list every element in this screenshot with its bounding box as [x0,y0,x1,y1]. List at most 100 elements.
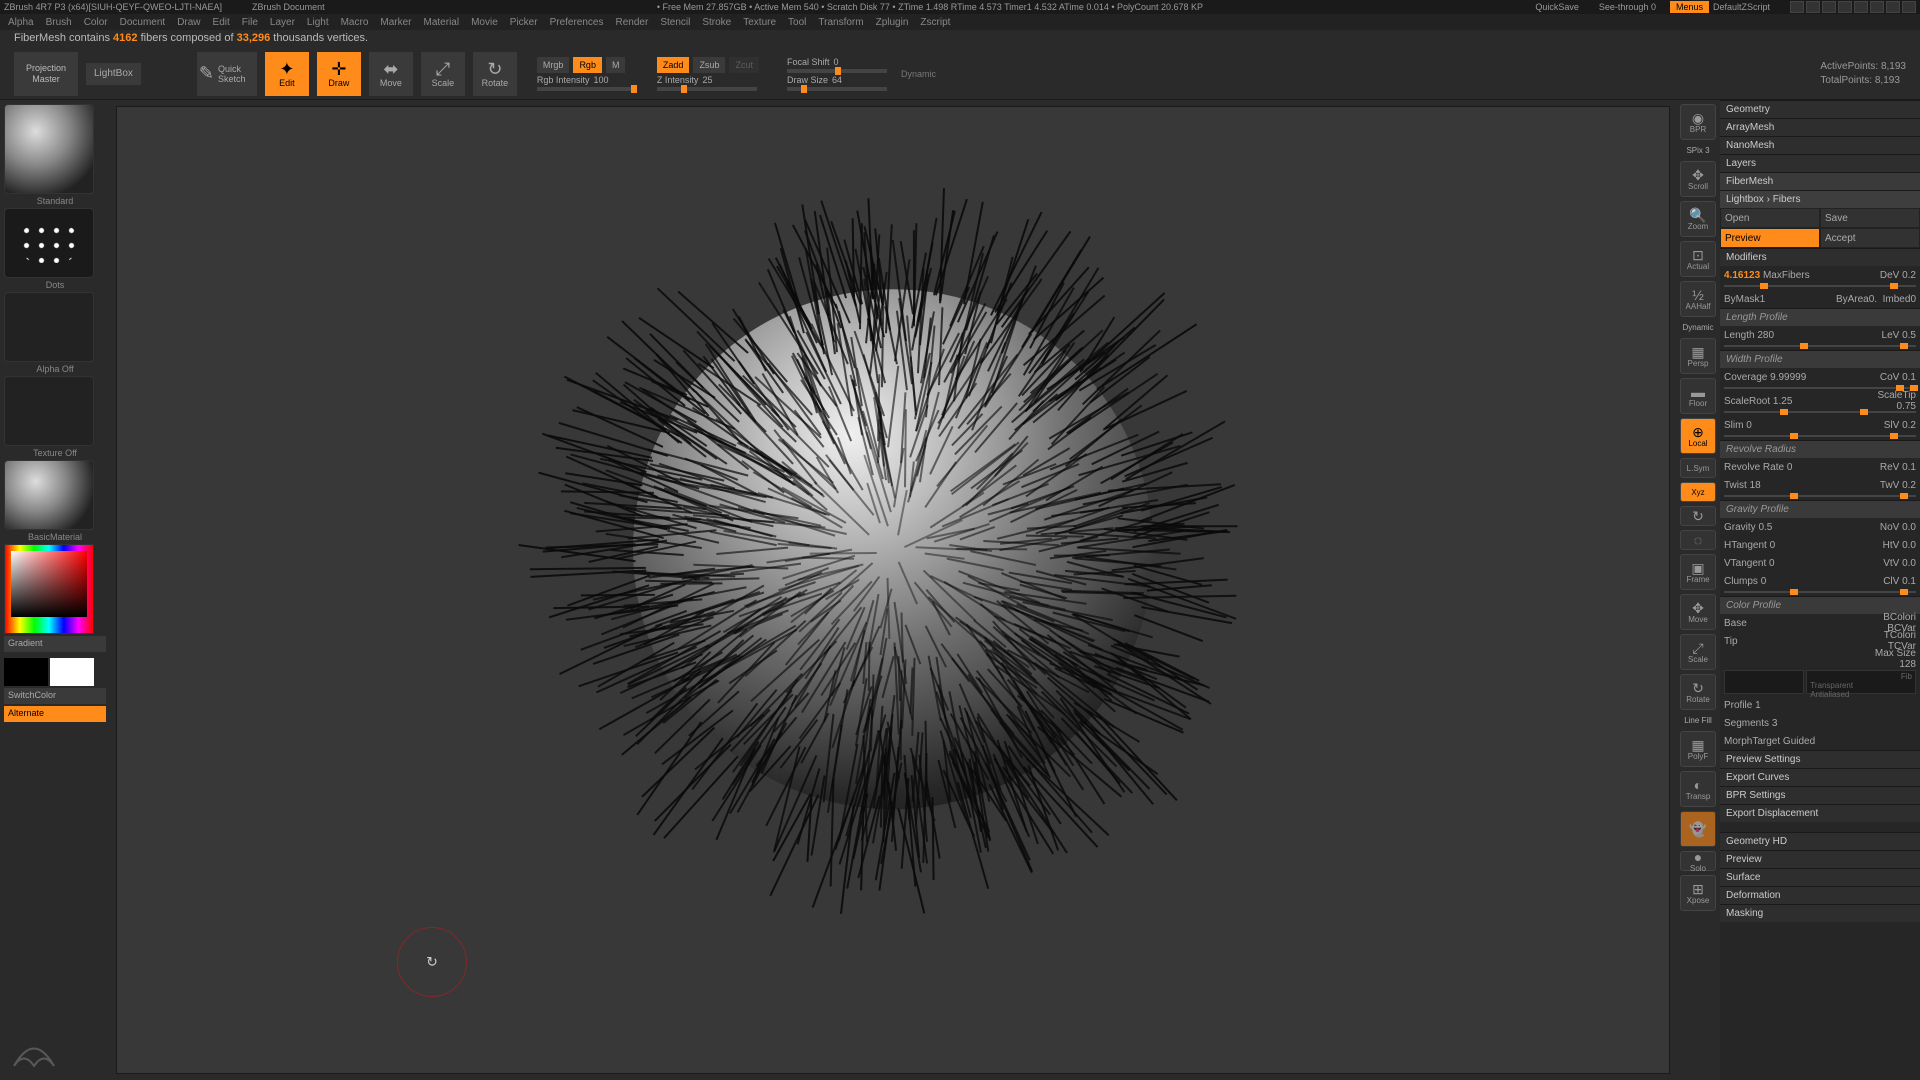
window-icon[interactable] [1822,1,1836,13]
brush-selector[interactable] [4,104,94,194]
z-intensity-slider[interactable] [657,87,757,91]
accept-button[interactable]: Accept [1820,228,1920,248]
zoom-button[interactable]: 🔍Zoom [1680,201,1716,237]
lightbox-fibers[interactable]: Lightbox › Fibers [1720,190,1920,208]
layers-section[interactable]: Layers [1720,154,1920,172]
surface-section[interactable]: Surface [1720,868,1920,886]
seethrough-slider[interactable]: See-through 0 [1599,2,1656,12]
menu-texture[interactable]: Texture [743,17,776,28]
quicksave-button[interactable]: QuickSave [1535,2,1579,12]
menu-file[interactable]: File [242,17,258,28]
menu-color[interactable]: Color [84,17,108,28]
dynamic-toggle[interactable]: Dynamic [901,69,936,79]
secondary-color[interactable] [4,658,48,686]
texture-options[interactable]: Fib Transparent Antialiased [1806,670,1916,694]
modifiers-header[interactable]: Modifiers [1720,248,1920,266]
scale-button[interactable]: ⤢Scale [1680,634,1716,670]
zadd-button[interactable]: Zadd [657,57,690,73]
geometry-section[interactable]: Geometry [1720,100,1920,118]
quick-sketch-button[interactable]: ✎Quick Sketch [197,52,257,96]
menu-zplugin[interactable]: Zplugin [876,17,909,28]
menu-stroke[interactable]: Stroke [702,17,731,28]
zcut-button[interactable]: Zcut [729,57,759,73]
arraymesh-section[interactable]: ArrayMesh [1720,118,1920,136]
geometry-hd-section[interactable]: Geometry HD [1720,832,1920,850]
menu-material[interactable]: Material [424,17,460,28]
preview-button[interactable]: Preview [1720,228,1820,248]
rotate-button[interactable]: ↻Rotate [1680,674,1716,710]
edit-mode-button[interactable]: ✦Edit [265,52,309,96]
window-icon[interactable] [1838,1,1852,13]
base-color-chip[interactable] [1724,670,1804,694]
lsym-button[interactable]: L.Sym [1680,458,1716,478]
alpha-selector[interactable] [4,292,94,362]
spix-label[interactable]: SPix 3 [1684,144,1711,157]
rotate-mode-button[interactable]: ↻Rotate [473,52,517,96]
draw-mode-button[interactable]: ✛Draw [317,52,361,96]
preview-settings[interactable]: Preview Settings [1720,750,1920,768]
pf-icon[interactable]: ↻ [1680,506,1716,526]
menu-tool[interactable]: Tool [788,17,806,28]
scale-mode-button[interactable]: ⤢Scale [421,52,465,96]
menu-alpha[interactable]: Alpha [8,17,34,28]
fibermesh-section[interactable]: FiberMesh [1720,172,1920,190]
nanomesh-section[interactable]: NanoMesh [1720,136,1920,154]
menu-edit[interactable]: Edit [213,17,230,28]
window-icon[interactable] [1854,1,1868,13]
save-button[interactable]: Save [1820,208,1920,228]
menu-light[interactable]: Light [307,17,329,28]
m-button[interactable]: M [606,57,626,73]
draw-size-slider[interactable] [787,87,887,91]
alternate-button[interactable]: Alternate [4,706,106,722]
window-icon[interactable] [1806,1,1820,13]
rgb-intensity-slider[interactable] [537,87,637,91]
menu-preferences[interactable]: Preferences [550,17,604,28]
menu-layer[interactable]: Layer [270,17,295,28]
menu-picker[interactable]: Picker [510,17,538,28]
pf-icon2[interactable]: ◌ [1680,530,1716,550]
menus-toggle[interactable]: Menus [1670,1,1709,13]
scroll-button[interactable]: ✥Scroll [1680,161,1716,197]
color-picker[interactable] [4,544,94,634]
transp-button[interactable]: ◐Transp [1680,771,1716,807]
menu-macro[interactable]: Macro [341,17,369,28]
focal-shift-slider[interactable] [787,69,887,73]
switch-color-button[interactable]: SwitchColor [4,688,106,704]
xyz-button[interactable]: Xyz [1680,482,1716,502]
bpr-settings[interactable]: BPR Settings [1720,786,1920,804]
zsub-button[interactable]: Zsub [693,57,725,73]
minimize-icon[interactable] [1870,1,1884,13]
window-icon[interactable] [1790,1,1804,13]
menu-stencil[interactable]: Stencil [660,17,690,28]
move-button[interactable]: ✥Move [1680,594,1716,630]
actual-button[interactable]: ⊡Actual [1680,241,1716,277]
rgb-button[interactable]: Rgb [573,57,602,73]
bpr-button[interactable]: ◉BPR [1680,104,1716,140]
menu-marker[interactable]: Marker [380,17,411,28]
polyf-button[interactable]: ▦PolyF [1680,731,1716,767]
material-selector[interactable] [4,460,94,530]
move-mode-button[interactable]: ⬌Move [369,52,413,96]
menu-brush[interactable]: Brush [46,17,72,28]
close-icon[interactable] [1902,1,1916,13]
texture-selector[interactable] [4,376,94,446]
menu-transform[interactable]: Transform [818,17,863,28]
lightbox-button[interactable]: LightBox [86,63,141,85]
gradient-toggle[interactable]: Gradient [4,636,106,652]
open-button[interactable]: Open [1720,208,1820,228]
ghost-button[interactable]: 👻 [1680,811,1716,847]
local-button[interactable]: ⊕Local [1680,418,1716,454]
default-zscript[interactable]: DefaultZScript [1713,2,1770,12]
solo-button[interactable]: ●Solo [1680,851,1716,871]
aahalf-button[interactable]: ½AAHalf [1680,281,1716,317]
floor-button[interactable]: ▬Floor [1680,378,1716,414]
frame-button[interactable]: ▣Frame [1680,554,1716,590]
masking-section[interactable]: Masking [1720,904,1920,922]
menu-draw[interactable]: Draw [177,17,200,28]
maximize-icon[interactable] [1886,1,1900,13]
preview-section[interactable]: Preview [1720,850,1920,868]
menu-render[interactable]: Render [616,17,649,28]
export-displacement[interactable]: Export Displacement [1720,804,1920,822]
projection-master-button[interactable]: Projection Master [14,52,78,96]
menu-zscript[interactable]: Zscript [920,17,950,28]
